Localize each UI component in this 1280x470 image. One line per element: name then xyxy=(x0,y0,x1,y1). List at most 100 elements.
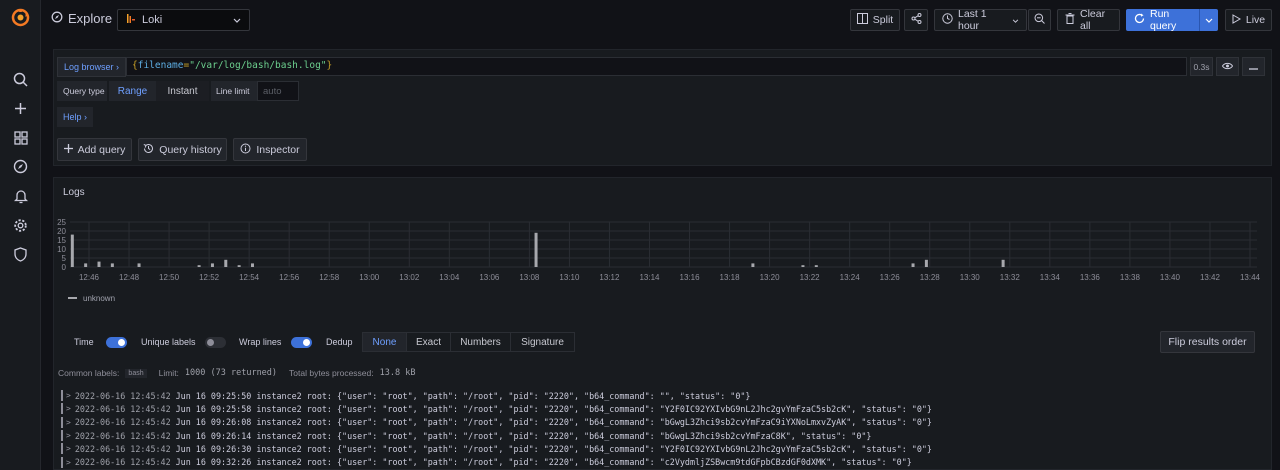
log-level-bar xyxy=(61,416,63,428)
legend-label: unknown xyxy=(83,294,115,303)
log-row[interactable]: >2022-06-16 12:45:42 Jun 16 09:32:26 inst… xyxy=(61,455,1261,468)
log-message: Jun 16 09:26:30 instance2 root: {"user":… xyxy=(175,443,932,454)
query-type-range[interactable]: Range xyxy=(109,81,156,101)
common-labels-label: Common labels: xyxy=(58,368,120,378)
search-icon[interactable] xyxy=(12,71,29,88)
toggle-knob xyxy=(207,339,214,346)
log-row[interactable]: >2022-06-16 12:45:42 Jun 16 09:26:08 inst… xyxy=(61,416,1261,429)
clock-icon xyxy=(942,13,953,27)
expand-chevron-icon[interactable]: > xyxy=(66,418,71,427)
chart-bar xyxy=(237,265,241,267)
play-icon xyxy=(1232,13,1241,27)
loki-logo-icon xyxy=(126,13,136,28)
limit-label: Limit: xyxy=(158,368,179,378)
settings-gear-icon[interactable] xyxy=(12,217,29,234)
wrap-lines-toggle[interactable] xyxy=(291,337,312,348)
alerting-bell-icon[interactable] xyxy=(12,188,29,205)
split-button[interactable]: Split xyxy=(850,9,900,31)
chart-bar xyxy=(97,261,101,267)
chart-bar xyxy=(197,265,201,267)
share-button[interactable] xyxy=(904,9,928,31)
query-type-instant[interactable]: Instant xyxy=(156,81,209,101)
remove-query-button[interactable] xyxy=(1242,57,1265,76)
query-type-label: Query type xyxy=(57,81,107,101)
query-input[interactable]: {filename="/var/log/bash/bash.log"} xyxy=(126,57,1187,76)
query-close-brace: } xyxy=(326,60,333,71)
top-bar: Explore Loki Split Last 1 hour Clear all… xyxy=(41,0,1280,40)
query-duration: 0.3s xyxy=(1190,57,1213,76)
explore-compass-icon[interactable] xyxy=(12,158,29,175)
dedup-option-numbers[interactable]: Numbers xyxy=(451,333,511,351)
time-toggle[interactable] xyxy=(106,337,127,348)
chart-bar xyxy=(1001,259,1005,267)
logs-volume-chart[interactable]: 2520151050 12:46 12:48 12:50 12:52 12:54 12:56… xyxy=(54,178,1273,308)
dedup-option-exact[interactable]: Exact xyxy=(407,333,451,351)
log-message: Jun 16 09:26:14 instance2 root: {"user":… xyxy=(175,430,872,441)
run-query-dropdown[interactable] xyxy=(1200,14,1218,26)
x-tick-label: 13:08 xyxy=(519,273,540,282)
add-query-button[interactable]: Add query xyxy=(57,138,132,161)
expand-chevron-icon[interactable]: > xyxy=(66,444,71,453)
grafana-logo-icon[interactable] xyxy=(11,8,30,27)
run-query-label: Run query xyxy=(1150,8,1177,32)
shield-icon[interactable] xyxy=(12,246,29,263)
log-level-bar xyxy=(61,430,63,442)
datasource-picker[interactable]: Loki xyxy=(117,9,250,31)
sidebar xyxy=(0,0,41,470)
zoom-out-button[interactable] xyxy=(1028,9,1051,31)
log-level-bar xyxy=(61,403,63,415)
chart-bar xyxy=(84,263,88,267)
x-tick-label: 13:42 xyxy=(1200,273,1221,282)
live-button[interactable]: Live xyxy=(1225,9,1272,31)
run-query-button[interactable]: Run query xyxy=(1126,8,1218,32)
chart-bar xyxy=(924,259,928,267)
plus-icon[interactable] xyxy=(12,100,29,117)
inspector-label: Inspector xyxy=(256,143,300,156)
logs-panel: Logs 25 20 15 10 5 0 12:46 12:48 12:50 12:52 12:54… xyxy=(53,177,1272,470)
chart-bar xyxy=(224,259,228,267)
dedup-label: Dedup xyxy=(326,337,353,347)
log-row[interactable]: >2022-06-16 12:45:42 Jun 16 09:25:58 inst… xyxy=(61,402,1261,415)
run-query-main[interactable]: Run query xyxy=(1126,8,1201,32)
query-history-button[interactable]: Query history xyxy=(138,138,227,161)
x-tick-label: 13:04 xyxy=(439,273,460,282)
eye-icon xyxy=(1221,62,1234,72)
log-row[interactable]: >2022-06-16 12:45:42 Jun 16 09:26:30 inst… xyxy=(61,442,1261,455)
clear-all-label: Clear all xyxy=(1080,8,1106,32)
log-browser-button[interactable]: Log browser › xyxy=(57,57,127,77)
y-tick-label: 20 xyxy=(57,227,66,236)
time-range-picker[interactable]: Last 1 hour xyxy=(934,8,1027,32)
x-tick-label: 13:22 xyxy=(800,273,821,282)
share-icon xyxy=(911,13,922,27)
legend-swatch xyxy=(68,297,77,299)
line-limit-input[interactable]: auto xyxy=(257,81,299,101)
expand-chevron-icon[interactable]: > xyxy=(66,391,71,400)
expand-chevron-icon[interactable]: > xyxy=(66,458,71,467)
inspector-button[interactable]: Inspector xyxy=(233,138,307,161)
common-label-badge: bash xyxy=(125,368,147,378)
unique-labels-toggle[interactable] xyxy=(205,337,226,348)
page-title: Explore xyxy=(68,11,113,26)
x-tick-label: 13:38 xyxy=(1120,273,1141,282)
toggle-visibility-button[interactable] xyxy=(1216,57,1239,76)
x-tick-label: 13:28 xyxy=(920,273,941,282)
x-tick-label: 13:24 xyxy=(840,273,861,282)
x-tick-label: 13:44 xyxy=(1240,273,1261,282)
x-tick-label: 13:36 xyxy=(1080,273,1101,282)
minus-icon xyxy=(1249,62,1258,72)
expand-chevron-icon[interactable]: > xyxy=(66,404,71,413)
dedup-option-signature[interactable]: Signature xyxy=(511,333,574,351)
chevron-down-icon xyxy=(233,14,241,26)
time-toggle-label: Time xyxy=(74,337,94,347)
dashboards-icon[interactable] xyxy=(12,129,29,146)
help-button[interactable]: Help › xyxy=(57,107,94,127)
expand-chevron-icon[interactable]: > xyxy=(66,431,71,440)
clear-all-button[interactable]: Clear all xyxy=(1057,8,1120,32)
flip-results-order-button[interactable]: Flip results order xyxy=(1160,331,1255,353)
log-row[interactable]: >2022-06-16 12:45:42 Jun 16 09:25:50 inst… xyxy=(61,389,1261,402)
chart-bar xyxy=(137,263,141,267)
query-label-key: filename xyxy=(137,60,184,71)
x-tick-label: 13:34 xyxy=(1040,273,1061,282)
dedup-option-none[interactable]: None xyxy=(363,333,407,351)
log-row[interactable]: >2022-06-16 12:45:42 Jun 16 09:26:14 inst… xyxy=(61,429,1261,442)
